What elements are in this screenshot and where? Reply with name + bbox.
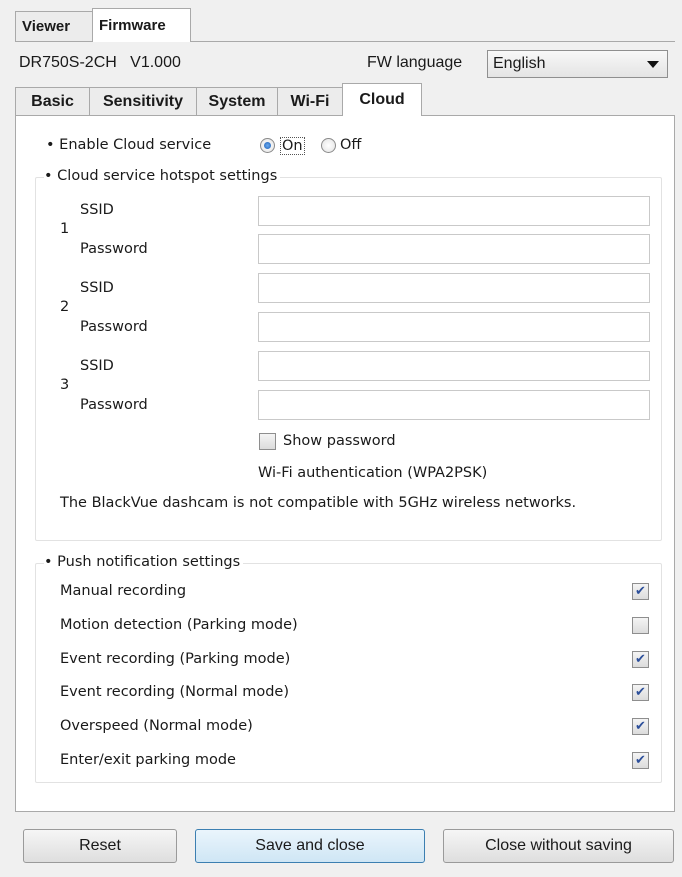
hotspot-2-ssid-input[interactable] bbox=[258, 273, 650, 303]
hotspot-1-password-label: Password bbox=[80, 241, 148, 257]
push-item-motion-detection: Motion detection (Parking mode) bbox=[60, 617, 298, 633]
tab-firmware[interactable]: Firmware bbox=[92, 8, 191, 42]
push-checkbox-motion-detection[interactable] bbox=[632, 617, 649, 634]
tab-viewer[interactable]: Viewer bbox=[15, 11, 93, 41]
cloud-off-label[interactable]: Off bbox=[340, 137, 361, 153]
hotspot-3-password-input[interactable] bbox=[258, 390, 650, 420]
tab-system[interactable]: System bbox=[196, 87, 278, 115]
push-title: Push notification settings bbox=[44, 554, 244, 570]
hotspot-1-password-input[interactable] bbox=[258, 234, 650, 264]
hotspot-1-ssid-label: SSID bbox=[80, 202, 114, 218]
reset-button-label: Reset bbox=[79, 837, 121, 854]
hotspot-3-ssid-label: SSID bbox=[80, 358, 114, 374]
tab-basic-label: Basic bbox=[31, 92, 74, 110]
hotspot-2-ssid-label: SSID bbox=[80, 280, 114, 296]
tab-cloud-label: Cloud bbox=[359, 91, 405, 108]
tab-cloud[interactable]: Cloud bbox=[342, 83, 422, 116]
checkmark-icon: ✔ bbox=[635, 652, 646, 667]
checkmark-icon: ✔ bbox=[635, 584, 646, 599]
save-and-close-label: Save and close bbox=[255, 837, 365, 854]
hotspot-2-number: 2 bbox=[60, 299, 70, 315]
hotspot-1-ssid-input[interactable] bbox=[258, 196, 650, 226]
fw-language-select[interactable]: English bbox=[487, 50, 668, 78]
tab-wifi[interactable]: Wi-Fi bbox=[277, 87, 343, 115]
push-title-text: Push notification settings bbox=[57, 554, 241, 570]
tab-wifi-label: Wi-Fi bbox=[290, 92, 330, 110]
push-item-overspeed: Overspeed (Normal mode) bbox=[60, 718, 253, 734]
checkmark-icon: ✔ bbox=[635, 719, 646, 734]
hotspot-1-number: 1 bbox=[60, 221, 70, 237]
fw-language-label: FW language bbox=[367, 54, 463, 71]
device-info: DR750S-2CH V1.000 bbox=[19, 54, 181, 72]
tab-firmware-label: Firmware bbox=[99, 17, 166, 34]
push-checkbox-parking-mode[interactable]: ✔ bbox=[632, 752, 649, 769]
device-version: V1.000 bbox=[130, 54, 181, 71]
hotspot-3-number: 3 bbox=[60, 377, 70, 393]
checkmark-icon: ✔ bbox=[635, 753, 646, 768]
device-model: DR750S-2CH bbox=[19, 54, 117, 71]
save-and-close-button[interactable]: Save and close bbox=[195, 829, 425, 863]
hotspot-3-ssid-input[interactable] bbox=[258, 351, 650, 381]
chevron-down-icon bbox=[647, 61, 659, 68]
enable-cloud-label: Enable Cloud service bbox=[46, 137, 211, 153]
cloud-on-label[interactable]: On bbox=[280, 137, 305, 155]
push-checkbox-overspeed[interactable]: ✔ bbox=[632, 718, 649, 735]
cloud-off-radio[interactable] bbox=[321, 138, 336, 153]
push-checkbox-manual-recording[interactable]: ✔ bbox=[632, 583, 649, 600]
hotspot-3-password-label: Password bbox=[80, 397, 148, 413]
tab-sensitivity-label: Sensitivity bbox=[102, 92, 184, 110]
push-item-event-parking: Event recording (Parking mode) bbox=[60, 651, 291, 667]
wifi-auth-note: Wi-Fi authentication (WPA2PSK) bbox=[258, 465, 488, 481]
push-checkbox-event-parking[interactable]: ✔ bbox=[632, 651, 649, 668]
push-checkbox-event-normal[interactable]: ✔ bbox=[632, 684, 649, 701]
enable-cloud-text: Enable Cloud service bbox=[59, 137, 212, 153]
show-password-label[interactable]: Show password bbox=[283, 433, 396, 449]
hotspot-2-password-input[interactable] bbox=[258, 312, 650, 342]
compat-note: The BlackVue dashcam is not compatible w… bbox=[60, 495, 577, 511]
tab-basic[interactable]: Basic bbox=[15, 87, 90, 115]
tab-viewer-label: Viewer bbox=[22, 18, 71, 35]
close-without-saving-label: Close without saving bbox=[485, 837, 632, 854]
hotspot-2-password-label: Password bbox=[80, 319, 148, 335]
hotspot-title: Cloud service hotspot settings bbox=[44, 168, 281, 184]
cloud-on-radio[interactable] bbox=[260, 138, 275, 153]
push-item-event-normal: Event recording (Normal mode) bbox=[60, 684, 290, 700]
show-password-checkbox[interactable] bbox=[259, 433, 276, 450]
push-item-parking-mode: Enter/exit parking mode bbox=[60, 752, 236, 768]
tab-sensitivity[interactable]: Sensitivity bbox=[89, 87, 197, 115]
reset-button[interactable]: Reset bbox=[23, 829, 177, 863]
hotspot-title-text: Cloud service hotspot settings bbox=[57, 168, 278, 184]
push-item-manual-recording: Manual recording bbox=[60, 583, 187, 599]
checkmark-icon: ✔ bbox=[635, 685, 646, 700]
fw-language-value: English bbox=[493, 55, 546, 72]
tab-system-label: System bbox=[208, 92, 266, 110]
close-without-saving-button[interactable]: Close without saving bbox=[443, 829, 674, 863]
